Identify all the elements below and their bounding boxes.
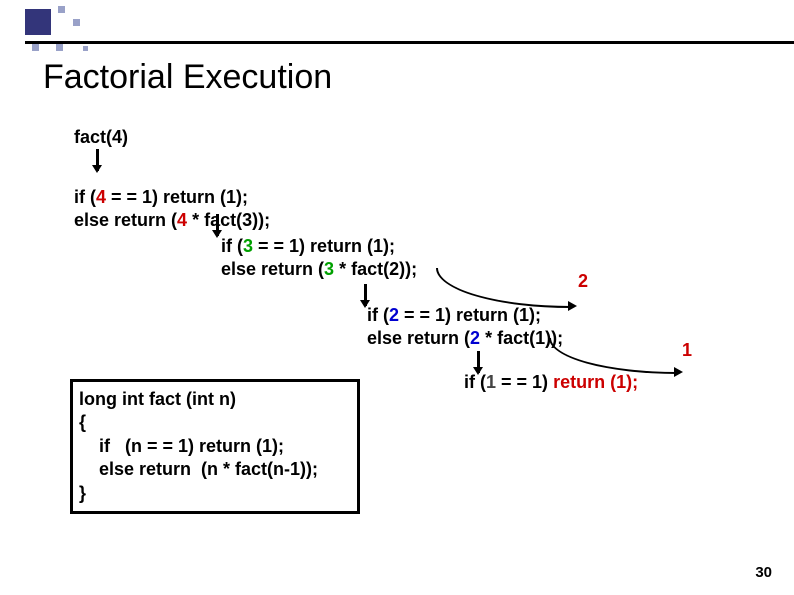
trace-call: fact(4) [74,126,754,149]
decor-square-small [73,19,80,26]
slide-title: Factorial Execution [43,58,332,97]
decor-square-small [58,6,65,13]
trace-step-4: if (1 = = 1) return (1); [464,371,724,394]
return-arrow-icon [436,268,571,308]
arrow-down-icon [364,284,367,306]
decor-square-small [83,46,88,51]
page-number: 30 [755,564,772,581]
trace-step-1: if (4 = = 1) return (1); else return (4 … [74,186,304,232]
return-arrow-icon [549,338,677,374]
arrow-down-icon [216,214,219,236]
decor-square-large [25,9,51,35]
decor-square-small [56,44,63,51]
return-value-2: 2 [578,270,588,293]
code-definition-box: long int fact (int n) { if (n = = 1) ret… [70,379,360,514]
top-border [25,41,794,44]
arrow-down-icon [96,149,99,171]
arrow-down-icon [477,351,480,373]
decor-square-small [32,44,39,51]
trace-step-2: if (3 = = 1) return (1); else return (3 … [221,235,461,281]
return-value-1: 1 [682,339,692,362]
